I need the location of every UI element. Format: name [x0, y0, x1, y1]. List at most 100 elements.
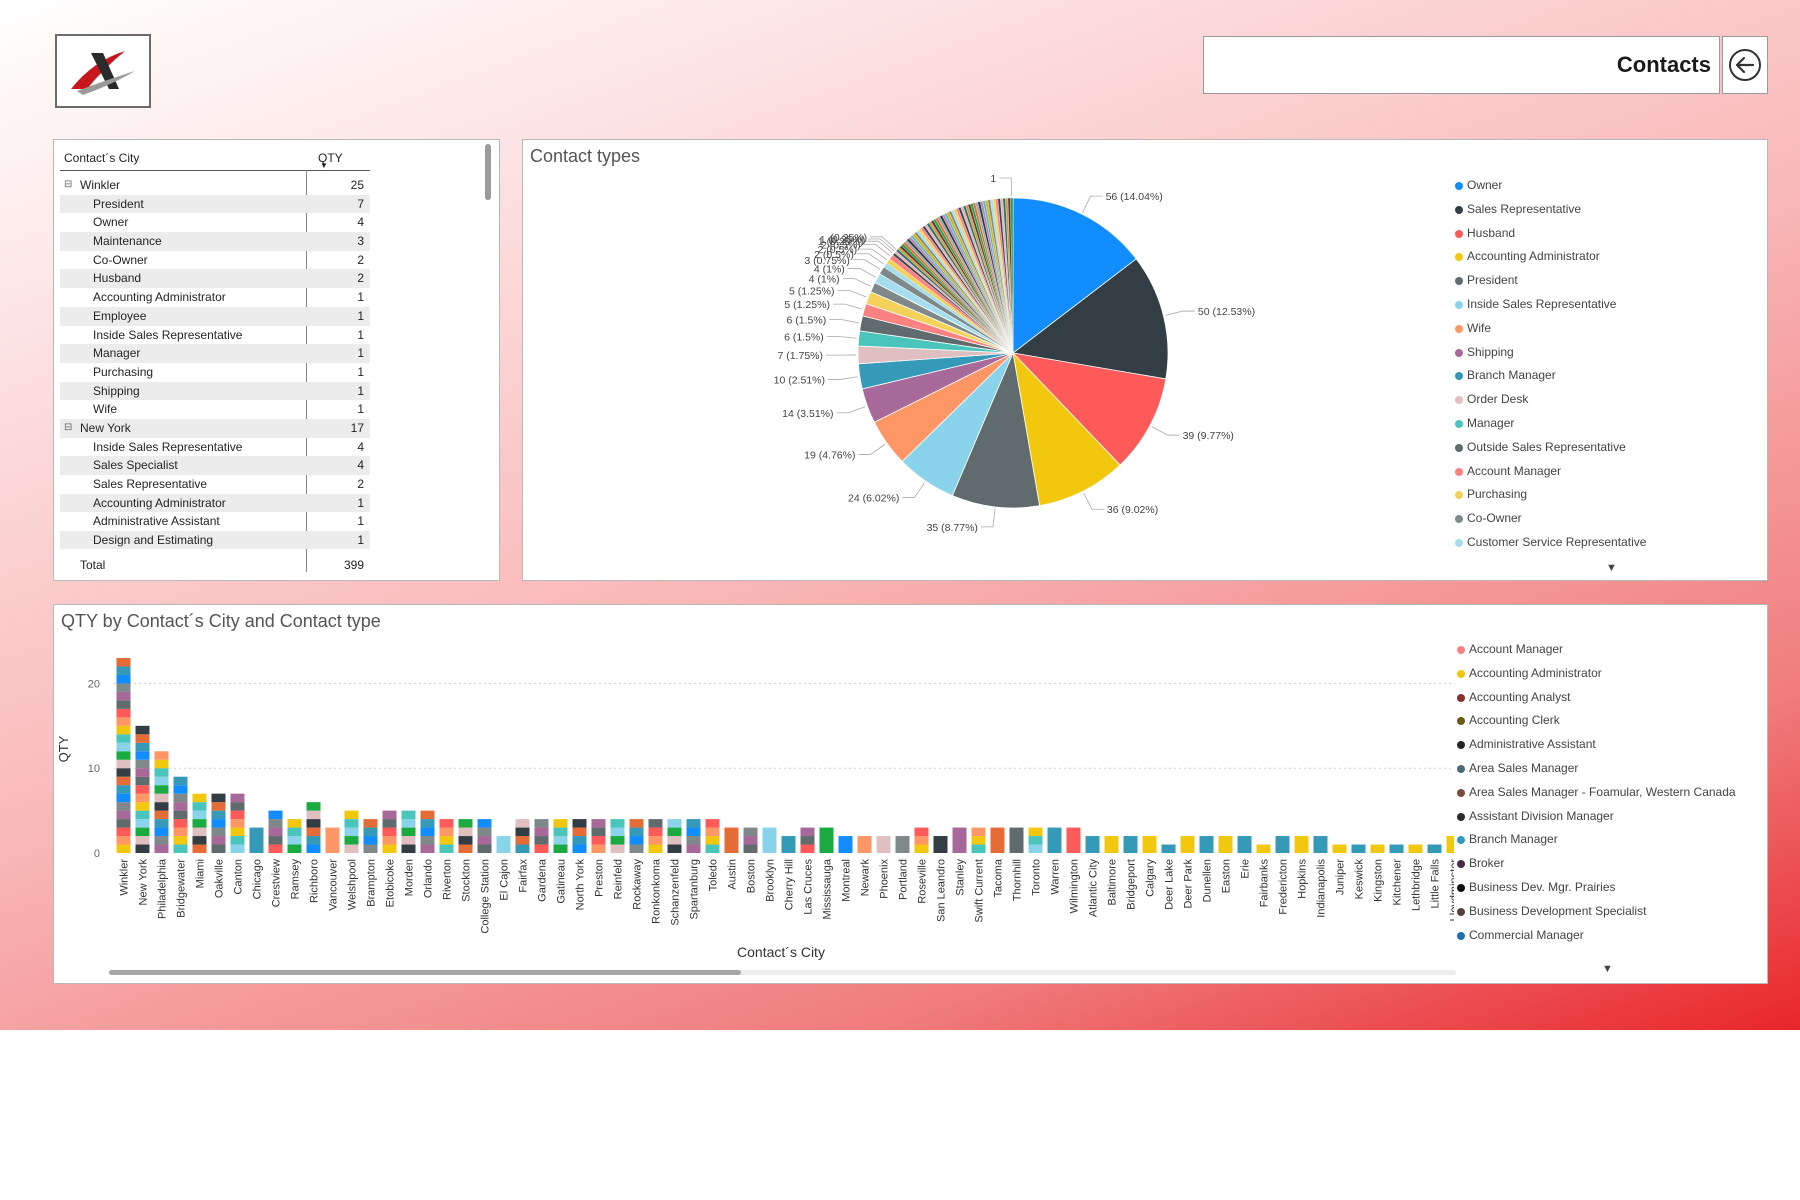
bar-segment[interactable] — [211, 836, 226, 845]
pie-legend-more-icon[interactable]: ▼ — [1606, 562, 1617, 574]
pie-legend-item[interactable]: Purchasing — [1455, 483, 1755, 507]
bar-segment[interactable] — [116, 751, 131, 760]
bar-segment[interactable] — [287, 844, 302, 853]
bar-legend-item[interactable]: Accounting Clerk — [1457, 709, 1757, 733]
bar-segment[interactable] — [306, 810, 321, 820]
bar-segment[interactable] — [173, 785, 188, 794]
bar-segment[interactable] — [401, 836, 416, 845]
bar-segment[interactable] — [534, 827, 549, 837]
bar-segment[interactable] — [667, 819, 682, 828]
bar-segment[interactable] — [1028, 844, 1043, 853]
bar-segment[interactable] — [971, 844, 986, 853]
bar-segment[interactable] — [173, 793, 188, 803]
bar-segment[interactable] — [135, 734, 150, 743]
bar-segment[interactable] — [116, 700, 131, 709]
bar-segment[interactable] — [401, 819, 416, 828]
bar-legend-item[interactable]: Account Manager — [1457, 638, 1757, 662]
bar-segment[interactable] — [591, 819, 606, 828]
bar-segment[interactable] — [439, 844, 454, 853]
bar-segment[interactable] — [173, 802, 188, 811]
bar-segment[interactable] — [819, 827, 834, 853]
bar-segment[interactable] — [116, 683, 131, 692]
bar-segment[interactable] — [135, 844, 150, 853]
bar-segment[interactable] — [515, 836, 530, 845]
bar-segment[interactable] — [1275, 836, 1290, 853]
bar-segment[interactable] — [211, 819, 226, 828]
bar-segment[interactable] — [135, 742, 150, 752]
bar-segment[interactable] — [401, 827, 416, 837]
bar-segment[interactable] — [800, 836, 815, 845]
matrix-row[interactable]: President 7 — [60, 194, 370, 214]
pie-legend-item[interactable]: Sales Representative — [1455, 198, 1755, 222]
bar-segment[interactable] — [1066, 827, 1081, 853]
bar-segment[interactable] — [344, 819, 359, 828]
bar-segment[interactable] — [116, 785, 131, 794]
bar-segment[interactable] — [382, 810, 397, 820]
bar-segment[interactable] — [249, 827, 264, 853]
bar-segment[interactable] — [1009, 827, 1024, 853]
bar-segment[interactable] — [1104, 836, 1119, 853]
bar-segment[interactable] — [135, 819, 150, 828]
bar-segment[interactable] — [401, 810, 416, 820]
matrix-row[interactable]: Employee 1 — [60, 306, 370, 326]
bar-segment[interactable] — [686, 836, 701, 845]
bar-segment[interactable] — [306, 819, 321, 828]
bar-segment[interactable] — [154, 819, 169, 828]
bar-segment[interactable] — [154, 827, 169, 837]
bar-segment[interactable] — [382, 844, 397, 853]
bar-segment[interactable] — [534, 819, 549, 828]
bar-segment[interactable] — [439, 836, 454, 845]
bar-legend-item[interactable]: Area Sales Manager — [1457, 757, 1757, 781]
bar-segment[interactable] — [135, 802, 150, 811]
bar-segment[interactable] — [439, 827, 454, 837]
bar-segment[interactable] — [591, 844, 606, 853]
pie-legend-item[interactable]: Order Desk — [1455, 388, 1755, 412]
bar-segment[interactable] — [515, 827, 530, 837]
bar-segment[interactable] — [382, 836, 397, 845]
bar-segment[interactable] — [287, 836, 302, 845]
bar-segment[interactable] — [610, 819, 625, 828]
bar-segment[interactable] — [686, 827, 701, 837]
bar-segment[interactable] — [116, 759, 131, 769]
bar-legend-item[interactable]: Administrative Assistant — [1457, 733, 1757, 757]
bar-segment[interactable] — [1446, 836, 1455, 853]
bar-segment[interactable] — [1332, 844, 1347, 853]
bar-segment[interactable] — [496, 836, 511, 853]
bar-segment[interactable] — [477, 844, 492, 853]
bar-segment[interactable] — [1218, 836, 1233, 853]
bar-segment[interactable] — [705, 827, 720, 837]
bar-segment[interactable] — [534, 836, 549, 845]
bar-segment[interactable] — [610, 836, 625, 845]
bar-segment[interactable] — [116, 666, 131, 675]
bar-segment[interactable] — [458, 844, 473, 853]
bar-segment[interactable] — [1123, 836, 1138, 853]
bar-segment[interactable] — [1351, 844, 1366, 853]
bar-segment[interactable] — [420, 844, 435, 853]
pie-legend-item[interactable]: Account Manager — [1455, 460, 1755, 484]
bar-segment[interactable] — [458, 819, 473, 828]
bar-segment[interactable] — [135, 768, 150, 777]
bar-segment[interactable] — [610, 827, 625, 837]
bar-segment[interactable] — [1313, 836, 1328, 853]
bar-segment[interactable] — [705, 844, 720, 853]
matrix-row[interactable]: Design and Estimating 1 — [60, 531, 370, 549]
bar-segment[interactable] — [1389, 844, 1404, 853]
bar-segment[interactable] — [572, 836, 587, 845]
bar-segment[interactable] — [230, 844, 245, 853]
bar-segment[interactable] — [135, 776, 150, 786]
bar-segment[interactable] — [762, 827, 777, 853]
bar-segment[interactable] — [1028, 827, 1043, 837]
bar-segment[interactable] — [116, 810, 131, 820]
bar-segment[interactable] — [705, 836, 720, 845]
bar-segment[interactable] — [154, 844, 169, 853]
bar-segment[interactable] — [1294, 836, 1309, 853]
bar-segment[interactable] — [230, 836, 245, 845]
bar-segment[interactable] — [211, 844, 226, 853]
bar-segment[interactable] — [230, 793, 245, 803]
matrix-row[interactable]: Inside Sales Representative 4 — [60, 438, 370, 457]
bar-segment[interactable] — [116, 691, 131, 701]
matrix-row[interactable]: Sales Representative 2 — [60, 475, 370, 494]
bar-segment[interactable] — [173, 836, 188, 845]
bar-segment[interactable] — [420, 836, 435, 845]
bar-segment[interactable] — [135, 810, 150, 820]
